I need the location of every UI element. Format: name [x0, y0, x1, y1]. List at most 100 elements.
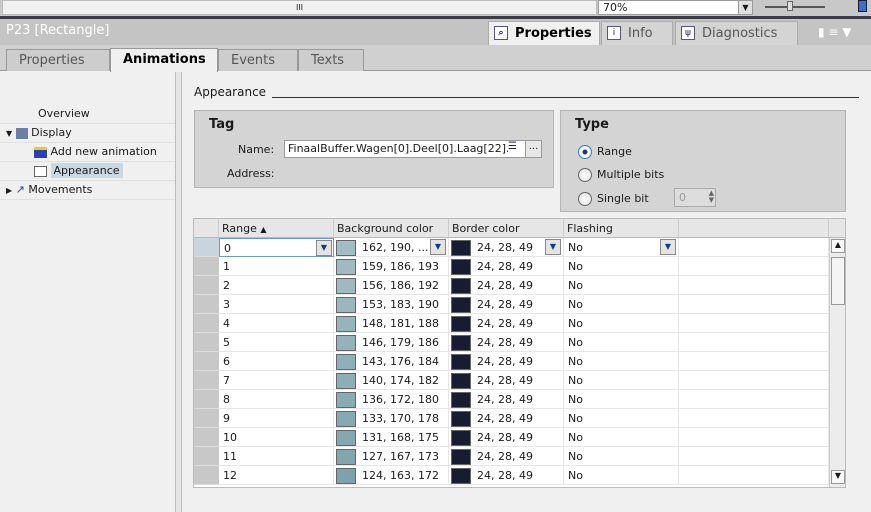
- subtab-events[interactable]: Events: [218, 49, 298, 71]
- expand-arrow-icon[interactable]: ▶: [6, 186, 12, 195]
- table-row[interactable]: 12 124, 163, 172 24, 28, 49 No: [194, 466, 829, 485]
- range-cell[interactable]: 8: [219, 390, 334, 409]
- chevron-down-icon[interactable]: ▼: [545, 239, 561, 255]
- subtab-animations[interactable]: Animations: [110, 48, 218, 72]
- range-cell[interactable]: 3: [219, 295, 334, 314]
- range-cell[interactable]: 4: [219, 314, 334, 333]
- background-color-cell[interactable]: 136, 172, 180: [334, 390, 449, 409]
- border-color-cell[interactable]: 24, 28, 49: [449, 257, 564, 276]
- flashing-cell[interactable]: No: [564, 276, 679, 295]
- tag-list-icon[interactable]: ☰: [508, 141, 523, 157]
- chevron-down-icon[interactable]: ▼: [738, 1, 752, 14]
- zoom-select[interactable]: 70% ▼: [598, 0, 753, 15]
- border-color-cell[interactable]: 24, 28, 49: [449, 295, 564, 314]
- table-row[interactable]: 4 148, 181, 188 24, 28, 49 No: [194, 314, 829, 333]
- radio-range[interactable]: [578, 145, 592, 159]
- column-header-flashing[interactable]: Flashing: [564, 219, 679, 238]
- flashing-cell[interactable]: No: [564, 295, 679, 314]
- border-color-cell[interactable]: 24, 28, 49: [449, 447, 564, 466]
- flashing-cell[interactable]: No ▼: [564, 238, 679, 257]
- range-cell[interactable]: 11: [219, 447, 334, 466]
- background-color-cell[interactable]: 127, 167, 173: [334, 447, 449, 466]
- border-color-cell[interactable]: 24, 28, 49: [449, 276, 564, 295]
- table-row[interactable]: 11 127, 167, 173 24, 28, 49 No: [194, 447, 829, 466]
- scroll-thumb[interactable]: [831, 257, 845, 305]
- nav-movements[interactable]: ▶ ↗ Movements: [6, 181, 92, 199]
- table-row[interactable]: 0 ▼ 162, 190, ... ▼ 24, 28, 49 ▼ No ▼: [194, 238, 829, 257]
- table-row[interactable]: 5 146, 179, 186 24, 28, 49 No: [194, 333, 829, 352]
- border-color-cell[interactable]: 24, 28, 49: [449, 390, 564, 409]
- window-controls-icon[interactable]: ▮ ≡ ▼: [818, 25, 852, 39]
- background-color-cell[interactable]: 143, 176, 184: [334, 352, 449, 371]
- flashing-cell[interactable]: No: [564, 257, 679, 276]
- panel-splitter[interactable]: [175, 72, 182, 512]
- row-header[interactable]: [194, 257, 219, 276]
- row-header[interactable]: [194, 428, 219, 447]
- column-header-border[interactable]: Border color: [449, 219, 564, 238]
- flashing-cell[interactable]: No: [564, 466, 679, 485]
- row-header[interactable]: [194, 295, 219, 314]
- table-row[interactable]: 8 136, 172, 180 24, 28, 49 No: [194, 390, 829, 409]
- nav-display[interactable]: ▼ Display: [6, 124, 72, 142]
- single-bit-stepper[interactable]: 0 ▲ ▼: [674, 188, 716, 207]
- border-color-cell[interactable]: 24, 28, 49 ▼: [449, 238, 564, 257]
- row-header[interactable]: [194, 447, 219, 466]
- subtab-texts[interactable]: Texts: [298, 49, 364, 71]
- table-row[interactable]: 9 133, 170, 178 24, 28, 49 No: [194, 409, 829, 428]
- table-row[interactable]: 1 159, 186, 193 24, 28, 49 No: [194, 257, 829, 276]
- border-color-cell[interactable]: 24, 28, 49: [449, 352, 564, 371]
- border-color-cell[interactable]: 24, 28, 49: [449, 371, 564, 390]
- range-cell[interactable]: 1: [219, 257, 334, 276]
- flashing-cell[interactable]: No: [564, 371, 679, 390]
- range-cell[interactable]: 9: [219, 409, 334, 428]
- browse-button[interactable]: ...: [525, 140, 542, 158]
- expand-arrow-icon[interactable]: ▼: [6, 129, 12, 138]
- range-cell[interactable]: 2: [219, 276, 334, 295]
- scroll-down-icon[interactable]: ▼: [831, 470, 845, 484]
- background-color-cell[interactable]: 159, 186, 193: [334, 257, 449, 276]
- table-row[interactable]: 6 143, 176, 184 24, 28, 49 No: [194, 352, 829, 371]
- table-row[interactable]: 10 131, 168, 175 24, 28, 49 No: [194, 428, 829, 447]
- row-header[interactable]: [194, 409, 219, 428]
- background-color-cell[interactable]: 153, 183, 190: [334, 295, 449, 314]
- nav-appearance[interactable]: Appearance: [34, 162, 123, 180]
- background-color-cell[interactable]: 140, 174, 182: [334, 371, 449, 390]
- row-header[interactable]: [194, 390, 219, 409]
- nav-overview[interactable]: Overview: [38, 105, 90, 123]
- chevron-down-icon[interactable]: ▼: [660, 239, 676, 255]
- tab-info[interactable]: i Info: [601, 21, 673, 45]
- horizontal-scrollbar[interactable]: III: [2, 0, 597, 15]
- background-color-cell[interactable]: 148, 181, 188: [334, 314, 449, 333]
- range-cell[interactable]: 10: [219, 428, 334, 447]
- tab-diagnostics[interactable]: ψ Diagnostics: [675, 21, 798, 45]
- flashing-cell[interactable]: No: [564, 314, 679, 333]
- row-header[interactable]: [194, 238, 219, 257]
- row-header[interactable]: [194, 371, 219, 390]
- column-header-range[interactable]: Range ▲: [219, 219, 334, 238]
- flashing-cell[interactable]: No: [564, 447, 679, 466]
- flashing-cell[interactable]: No: [564, 428, 679, 447]
- row-header[interactable]: [194, 333, 219, 352]
- row-header[interactable]: [194, 352, 219, 371]
- nav-add-new-animation[interactable]: Add new animation: [34, 143, 157, 161]
- background-color-cell[interactable]: 124, 163, 172: [334, 466, 449, 485]
- background-color-cell[interactable]: 133, 170, 178: [334, 409, 449, 428]
- background-color-cell[interactable]: 156, 186, 192: [334, 276, 449, 295]
- background-color-cell[interactable]: 162, 190, ... ▼: [334, 238, 449, 257]
- row-header[interactable]: [194, 314, 219, 333]
- subtab-properties[interactable]: Properties: [6, 49, 110, 71]
- zoom-slider[interactable]: [765, 1, 825, 11]
- stepper-arrows-icon[interactable]: ▲ ▼: [709, 190, 714, 204]
- column-header-background[interactable]: Background color: [334, 219, 449, 238]
- flashing-cell[interactable]: No: [564, 333, 679, 352]
- border-color-cell[interactable]: 24, 28, 49: [449, 428, 564, 447]
- range-cell[interactable]: 6: [219, 352, 334, 371]
- zoom-fit-icon[interactable]: [858, 0, 867, 12]
- border-color-cell[interactable]: 24, 28, 49: [449, 333, 564, 352]
- range-cell[interactable]: 12: [219, 466, 334, 485]
- tag-name-input[interactable]: FinaalBuffer.Wagen[0].Deel[0].Laag[22].l: [284, 140, 527, 158]
- vertical-scrollbar[interactable]: ▲ ▼: [829, 238, 845, 487]
- range-cell[interactable]: 5: [219, 333, 334, 352]
- table-row[interactable]: 3 153, 183, 190 24, 28, 49 No: [194, 295, 829, 314]
- flashing-cell[interactable]: No: [564, 352, 679, 371]
